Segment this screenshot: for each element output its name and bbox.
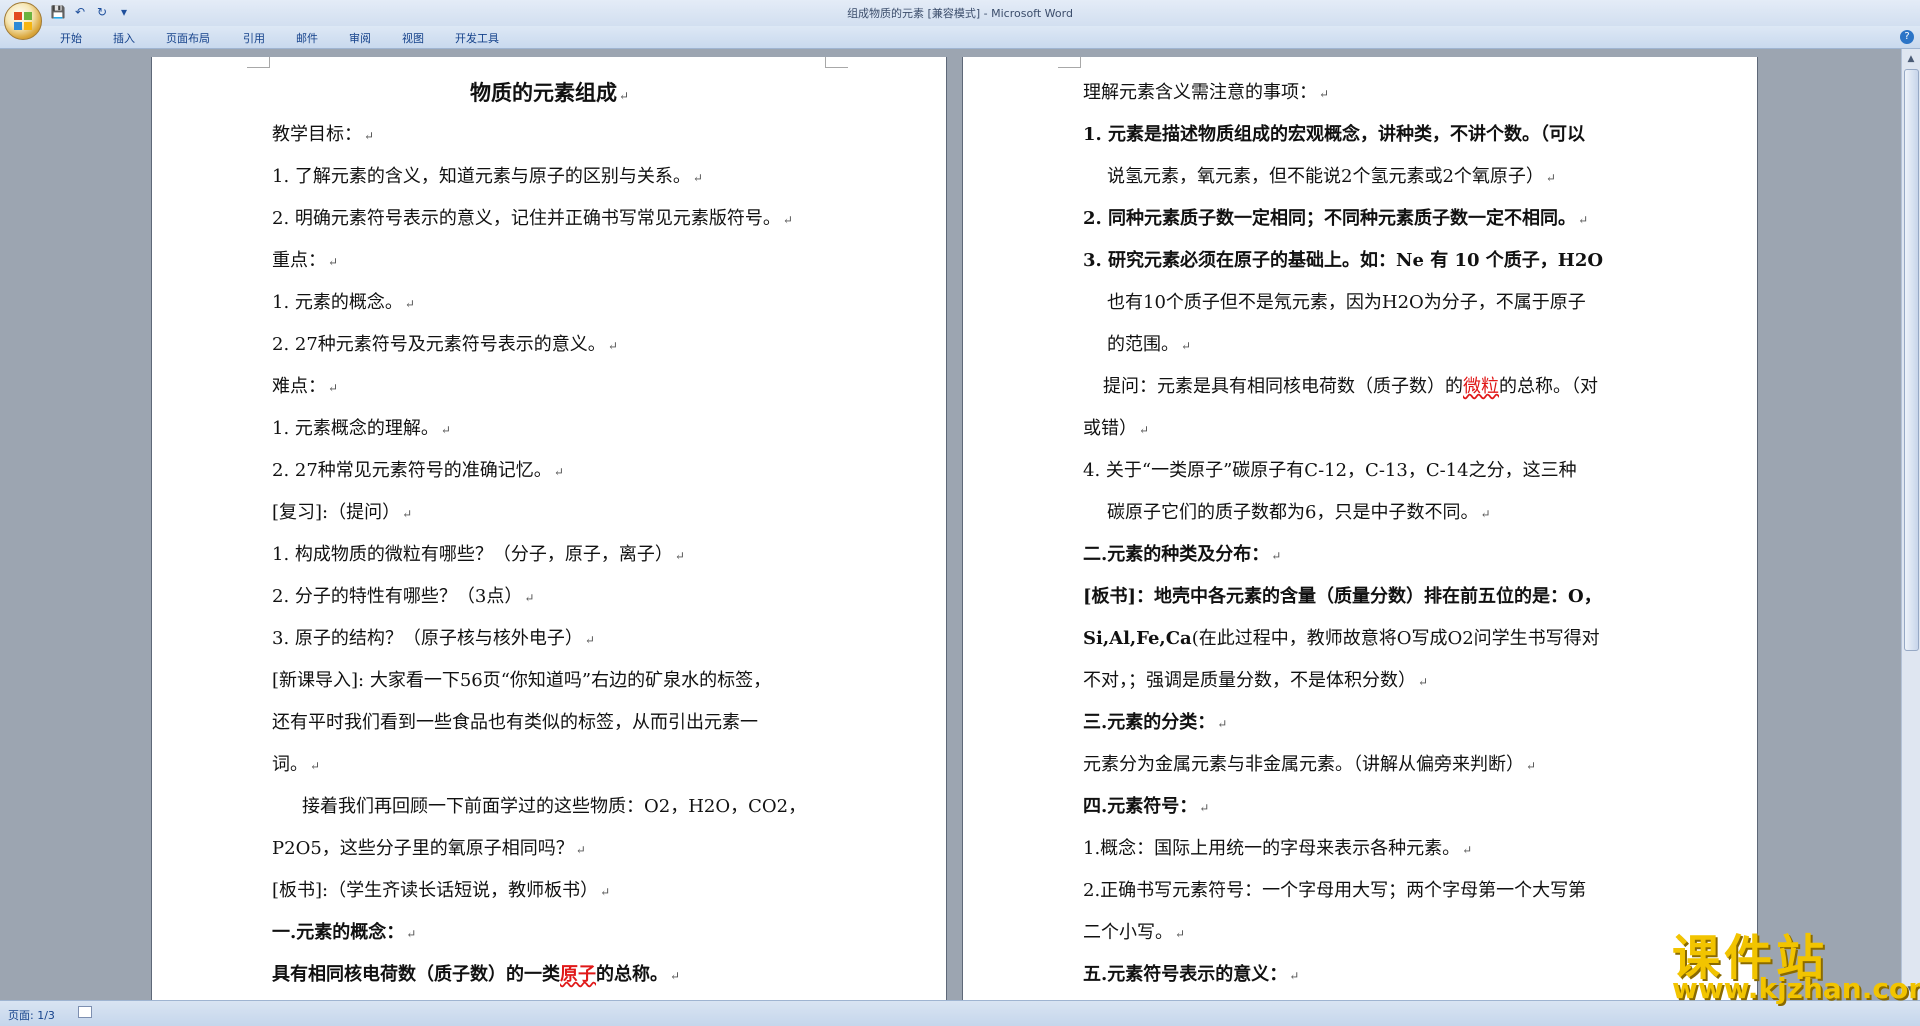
scroll-up-icon[interactable]: ▲: [1902, 51, 1920, 67]
paragraph-line: Si,Al,Fe,Ca(在此过程中，教师故意将O写成O2问学生书写得对: [1083, 628, 1600, 649]
scroll-thumb[interactable]: [1904, 69, 1919, 651]
paragraph-line: 还有平时我们看到一些食品也有类似的标签，从而引出元素一: [272, 712, 758, 733]
document-page-2[interactable]: 理解元素含义需注意的事项： ↵ 1. 元素是描述物质组成的宏观概念，讲种类，不讲个…: [963, 57, 1757, 1000]
definition-line: 具有相同核电荷数（质子数）的一类原子的总称。 ↵: [272, 964, 681, 985]
paragraph: 1.概念：国际上用统一的字母来表示各种元素。 ↵: [1083, 838, 1473, 859]
tab-view[interactable]: 视图: [402, 30, 424, 46]
paragraph-line: 也有10个质子但不是氖元素，因为H2O为分子，不属于原子: [1107, 292, 1586, 313]
paragraph: 2. 27种常见元素符号的准确记忆。 ↵: [272, 460, 564, 481]
document-area: 物质的元素组成 ↵ 教学目标： ↵ 1. 了解元素的含义，知道元素与原子的区别与关系…: [0, 49, 1902, 1000]
paragraph: [板书]:（学生齐读长话短说，教师板书） ↵: [272, 880, 611, 901]
status-bar: 页面: 1/3: [0, 1000, 1920, 1026]
margin-corner-mark: [825, 57, 848, 68]
paragraph: 2. 分子的特性有哪些？（3点） ↵: [272, 586, 535, 607]
proofing-icon[interactable]: [78, 1006, 92, 1018]
section-heading: 一.元素的概念： ↵: [272, 922, 417, 943]
ribbon-tab-bar: 开始 插入 页面布局 引用 邮件 审阅 视图 开发工具: [0, 26, 1920, 49]
spellcheck-highlight[interactable]: 原子: [560, 964, 596, 985]
tab-page-layout[interactable]: 页面布局: [166, 30, 210, 46]
paragraph-line: 二个小写。 ↵: [1083, 922, 1186, 943]
paragraph-line: 的范围。 ↵: [1107, 334, 1192, 355]
paragraph-line: 接着我们再回顾一下前面学过的这些物质：O2，H2O，CO2，: [302, 796, 807, 817]
paragraph-line: 2.正确书写元素符号：一个字母用大写；两个字母第一个大写第: [1083, 880, 1587, 901]
section-heading: 二.元素的种类及分布： ↵: [1083, 544, 1282, 565]
paragraph: 1. 构成物质的微粒有哪些？（分子，原子，离子） ↵: [272, 544, 685, 565]
paragraph-line: [板书]：地壳中各元素的含量（质量分数）排在前五位的是：O，: [1083, 586, 1602, 607]
tab-references[interactable]: 引用: [243, 30, 265, 46]
document-title: 物质的元素组成 ↵: [470, 80, 630, 105]
page-counter[interactable]: 页面: 1/3: [8, 1007, 55, 1023]
vertical-scrollbar[interactable]: ▲ ▼: [1901, 49, 1920, 1000]
paragraph-line: 3. 研究元素必须在原子的基础上。如：Ne 有 10 个质子，H2O: [1083, 250, 1604, 271]
tab-insert[interactable]: 插入: [113, 30, 135, 46]
paragraph-line: 不对，；强调是质量分数，不是体积分数） ↵: [1083, 670, 1429, 691]
tab-developer[interactable]: 开发工具: [455, 30, 499, 46]
office-logo-icon: [14, 12, 32, 30]
tab-mailings[interactable]: 邮件: [296, 30, 318, 46]
paragraph: 理解元素含义需注意的事项： ↵: [1083, 82, 1330, 103]
paragraph-line: 碳原子它们的质子数都为6，只是中子数不同。 ↵: [1107, 502, 1491, 523]
paragraph: 1. 了解元素的含义，知道元素与原子的区别与关系。 ↵: [272, 166, 703, 187]
paragraph-line: 说氢元素，氧元素，但不能说2个氢元素或2个氧原子） ↵: [1107, 166, 1556, 187]
watermark-url: www.kjzhan.com: [1672, 972, 1920, 1005]
title-bar: 💾 ↶ ↻ ▾ 组成物质的元素 [兼容模式] - Microsoft Word: [0, 0, 1920, 26]
margin-corner-mark: [1058, 57, 1081, 68]
question-line: 提问：元素是具有相同核电荷数（质子数）的微粒的总称。（对: [1103, 376, 1598, 397]
help-icon[interactable]: ?: [1900, 30, 1914, 44]
paragraph: 2. 同种元素质子数一定相同；不同种元素质子数一定不相同。 ↵: [1083, 208, 1589, 229]
window-title: 组成物质的元素 [兼容模式] - Microsoft Word: [847, 7, 1073, 20]
paragraph-line: P2O5，这些分子里的氧原子相同吗？ ↵: [272, 838, 586, 859]
margin-corner-mark: [247, 57, 270, 68]
paragraph-line: 或错） ↵: [1083, 418, 1150, 439]
paragraph-line: 词。 ↵: [272, 754, 321, 775]
section-heading: 五.元素符号表示的意义： ↵: [1083, 964, 1300, 985]
document-page-1[interactable]: 物质的元素组成 ↵ 教学目标： ↵ 1. 了解元素的含义，知道元素与原子的区别与关系…: [152, 57, 946, 1000]
office-button[interactable]: [4, 2, 42, 40]
section-heading: 四.元素符号： ↵: [1083, 796, 1210, 817]
spellcheck-highlight[interactable]: 微粒: [1463, 376, 1499, 397]
paragraph: 难点： ↵: [272, 376, 339, 397]
tab-review[interactable]: 审阅: [349, 30, 371, 46]
tab-home[interactable]: 开始: [60, 30, 82, 46]
paragraph-line: [新课导入]: 大家看一下56页“你知道吗”右边的矿泉水的标签，: [272, 670, 772, 691]
paragraph: 2. 明确元素符号表示的意义，记住并正确书写常见元素版符号。 ↵: [272, 208, 793, 229]
paragraph: [复习]:（提问） ↵: [272, 502, 413, 523]
paragraph-line: 1. 元素是描述物质组成的宏观概念，讲种类，不讲个数。（可以: [1083, 124, 1586, 145]
paragraph: 重点： ↵: [272, 250, 339, 271]
paragraph: 2. 27种元素符号及元素符号表示的意义。 ↵: [272, 334, 618, 355]
paragraph-line: 4. 关于“一类原子”碳原子有C-12，C-13，C-14之分，这三种: [1083, 460, 1577, 481]
paragraph: 教学目标： ↵: [272, 124, 375, 145]
paragraph: 元素分为金属元素与非金属元素。（讲解从偏旁来判断） ↵: [1083, 754, 1537, 775]
paragraph: 1. 元素的概念。 ↵: [272, 292, 415, 313]
paragraph: 1. 元素概念的理解。 ↵: [272, 418, 451, 439]
section-heading: 三.元素的分类： ↵: [1083, 712, 1228, 733]
paragraph: 3. 原子的结构？（原子核与核外电子） ↵: [272, 628, 595, 649]
